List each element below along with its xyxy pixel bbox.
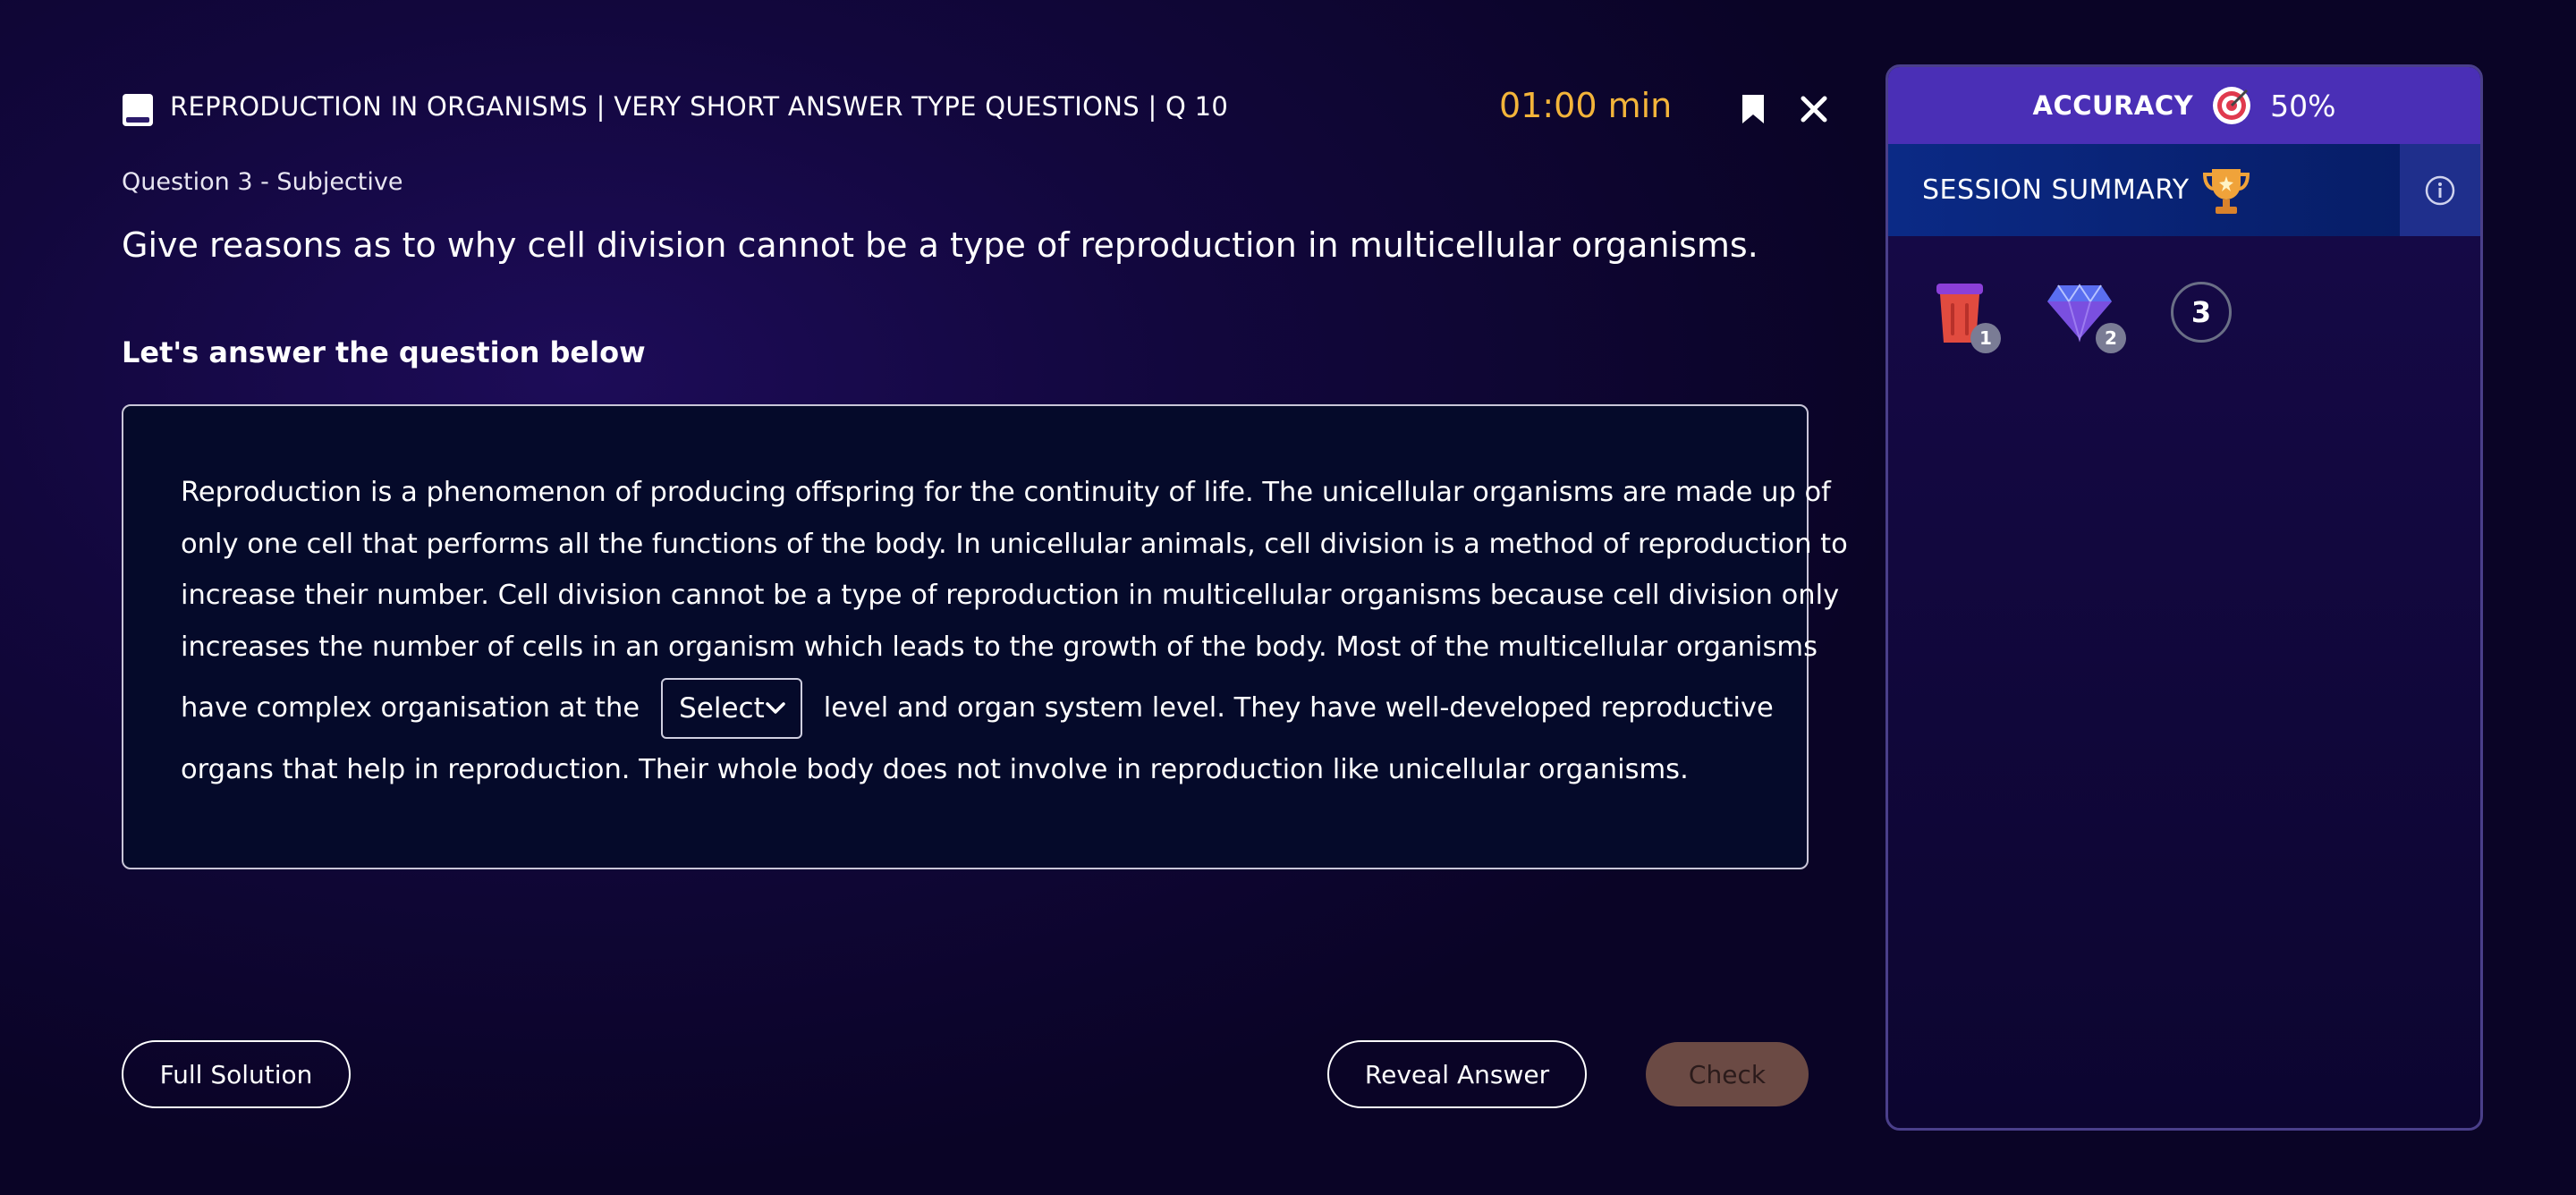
target-icon xyxy=(2213,87,2251,124)
info-button[interactable] xyxy=(2400,144,2480,236)
close-icon[interactable] xyxy=(1798,93,1830,125)
answer-line: increase their number. Cell division can… xyxy=(181,580,1840,611)
answer-text-before-blank: have complex organisation at the xyxy=(181,692,640,724)
trophy-icon xyxy=(2202,169,2250,214)
answer-line: only one cell that performs all the func… xyxy=(181,528,1848,560)
answer-line-with-blank: have complex organisation at the Select … xyxy=(181,673,1774,744)
question-count-circle: 3 xyxy=(2171,282,2232,343)
accuracy-label: ACCURACY xyxy=(2032,90,2194,121)
stat-trash: 1 xyxy=(1931,278,2003,353)
blank-select-dropdown[interactable]: Select xyxy=(661,678,802,739)
answer-line: increases the number of cells in an orga… xyxy=(181,631,1818,663)
gem-count-badge: 2 xyxy=(2096,323,2126,353)
answer-line: Reproduction is a phenomenon of producin… xyxy=(181,477,1831,508)
answer-line: organs that help in reproduction. Their … xyxy=(181,754,1689,785)
info-icon xyxy=(2425,175,2455,205)
answer-box: Reproduction is a phenomenon of producin… xyxy=(122,404,1848,869)
check-button[interactable]: Check xyxy=(1646,1042,1809,1106)
trash-count-badge: 1 xyxy=(1970,323,2001,353)
accuracy-value: 50% xyxy=(2270,88,2336,123)
answer-heading: Let's answer the question below xyxy=(122,335,646,369)
chevron-down-icon xyxy=(766,702,785,714)
timer: 01:00 min xyxy=(1499,86,1673,125)
select-value: Select xyxy=(679,692,765,725)
session-summary-bar: SESSION SUMMARY xyxy=(1888,144,2480,236)
session-sidebar: ACCURACY 50% SESSION SUMMARY 1 2 3 xyxy=(1885,64,2483,1131)
session-summary-label: SESSION SUMMARY xyxy=(1922,174,2190,206)
accuracy-bar: ACCURACY 50% xyxy=(1888,67,2480,144)
chapter-title: REPRODUCTION IN ORGANISMS | VERY SHORT A… xyxy=(170,91,1229,122)
question-meta: Question 3 - Subjective xyxy=(122,168,403,196)
question-text: Give reasons as to why cell division can… xyxy=(122,225,1758,265)
reveal-answer-button[interactable]: Reveal Answer xyxy=(1327,1040,1587,1108)
answer-text-after-blank: level and organ system level. They have … xyxy=(823,692,1774,724)
full-solution-button[interactable]: Full Solution xyxy=(122,1040,351,1108)
stat-gem: 2 xyxy=(2046,278,2126,353)
book-icon xyxy=(123,94,153,126)
bookmark-icon[interactable] xyxy=(1741,93,1766,125)
